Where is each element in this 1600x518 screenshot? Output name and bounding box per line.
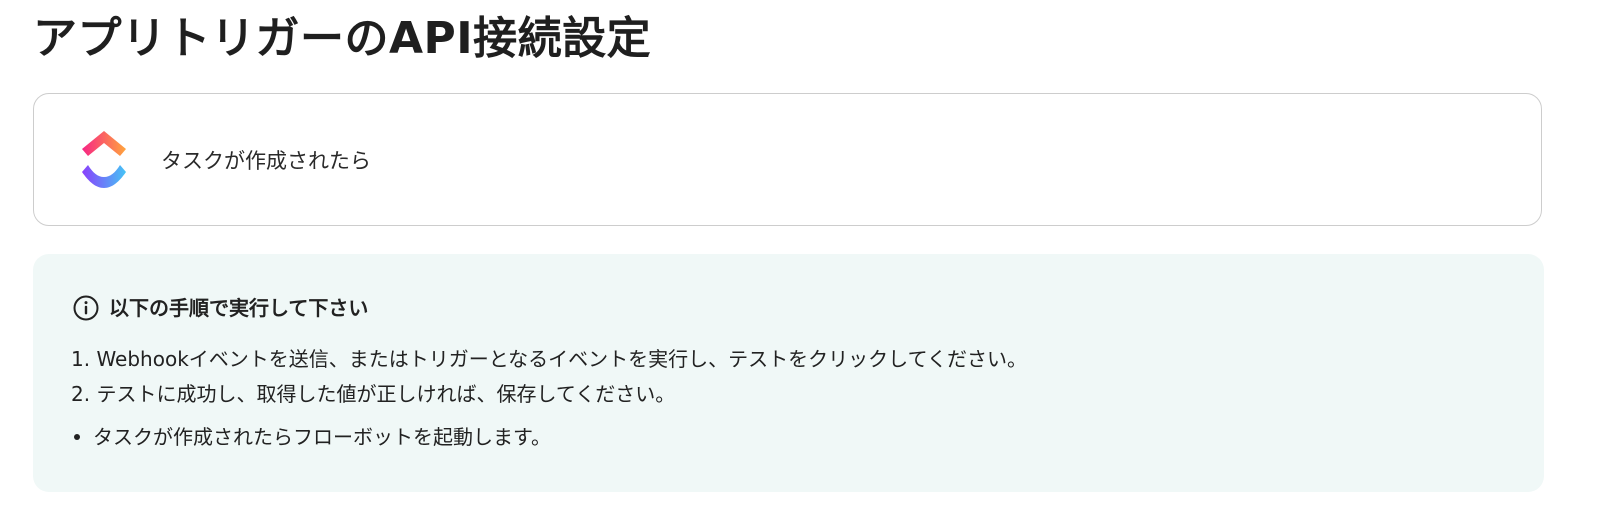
- page-title: アプリトリガーのAPI接続設定: [33, 13, 652, 64]
- instructions-heading-text: 以下の手順で実行して下さい: [109, 296, 369, 320]
- instruction-step: 2. テストに成功し、取得した値が正しければ、保存してください。: [71, 382, 676, 406]
- trigger-card[interactable]: タスクが作成されたら: [33, 93, 1542, 226]
- instructions-heading: 以下の手順で実行して下さい: [73, 294, 368, 322]
- instruction-notes: タスクが作成されたらフローボットを起動します。: [71, 422, 551, 452]
- info-circle-icon: [73, 295, 99, 321]
- instruction-steps: 1. Webhookイベントを送信、またはトリガーとなるイベントを実行し、テスト…: [71, 342, 1027, 412]
- instructions-panel: 以下の手順で実行して下さい 1. Webhookイベントを送信、またはトリガーと…: [33, 254, 1544, 492]
- clickup-logo-icon: [80, 131, 128, 191]
- instruction-note: タスクが作成されたらフローボットを起動します。: [71, 422, 551, 452]
- bullet-dot: [74, 434, 80, 440]
- instruction-note-text: タスクが作成されたらフローボットを起動します。: [93, 425, 551, 449]
- trigger-event-label: タスクが作成されたら: [161, 149, 371, 173]
- instruction-step: 1. Webhookイベントを送信、またはトリガーとなるイベントを実行し、テスト…: [71, 347, 1027, 371]
